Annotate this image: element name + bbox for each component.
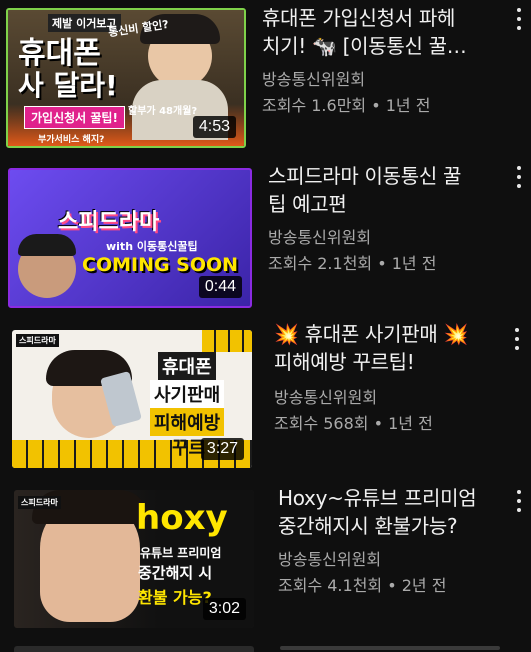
video-item[interactable]: 스피드라마 휴대폰 사기판매 피해예방 꾸르 3:27 💥 휴대폰 사기판매 💥…	[0, 320, 531, 480]
thumbnail-text: 가입신청서 꿀팁!	[24, 106, 125, 129]
channel-name[interactable]: 방송통신위원회	[278, 546, 381, 570]
thumbnail-text: 사 달라!	[18, 69, 118, 102]
video-meta: 조회수 1.6만회 • 1년 전	[262, 96, 431, 115]
thumbnail-text: 부가서비스 해지?	[38, 135, 105, 145]
more-options-icon[interactable]	[508, 326, 526, 352]
video-meta: 조회수 2.1천회 • 1년 전	[268, 254, 437, 273]
video-meta: 조회수 568회 • 1년 전	[274, 414, 433, 433]
video-meta: 조회수 4.1천회 • 2년 전	[278, 576, 447, 595]
video-duration: 3:02	[202, 598, 246, 620]
thumbnail-text: 피해예방	[150, 408, 225, 436]
video-title[interactable]: Hoxy~유튜브 프리미엄 중간해지시 환불가능?	[278, 484, 508, 540]
thumbnail-text: 스피드라마	[18, 496, 61, 509]
thumbnail-text: 중간해지 시	[138, 564, 213, 582]
video-item[interactable]: 스피드라마 hoxy 유튜브 프리미엄 중간해지 시 환불 가능? 3:02 H…	[0, 480, 531, 640]
thumbnail-text: COMING SOON	[82, 254, 239, 276]
video-duration: 3:27	[200, 438, 244, 460]
thumbnail-text: with 이동통신꿀팁	[106, 240, 198, 253]
video-title[interactable]: 스피드라마 이동통신 꿀 팁 예고편	[268, 162, 508, 218]
video-item[interactable]: 제발 이거보고 휴대폰 사 달라! 가입신청서 꿀팁! 통신비 할인? 할부가 …	[0, 0, 531, 150]
thumbnail-text: 유튜브 프리미엄	[140, 546, 222, 560]
more-options-icon[interactable]	[510, 164, 528, 190]
thumbnail-text: 스피드라마	[58, 210, 160, 235]
video-duration: 0:44	[198, 276, 242, 298]
more-options-icon[interactable]	[510, 6, 528, 32]
thumbnail-text: 휴대폰	[158, 352, 216, 380]
thumbnail-text: 할부가 48개월?	[128, 106, 198, 117]
video-thumbnail[interactable]: 스피드라마 with 이동통신꿀팁 COMING SOON 0:44	[8, 168, 252, 308]
thumbnail-text: 사기판매	[150, 380, 225, 408]
channel-name[interactable]: 방송통신위원회	[268, 224, 371, 248]
video-thumbnail[interactable]: 스피드라마 휴대폰 사기판매 피해예방 꾸르 3:27	[12, 330, 252, 468]
video-thumbnail[interactable]: 스피드라마 hoxy 유튜브 프리미엄 중간해지 시 환불 가능? 3:02	[14, 490, 254, 628]
channel-name[interactable]: 방송통신위원회	[274, 384, 377, 408]
thumbnail-text: 스피드라마	[16, 334, 59, 347]
video-title[interactable]: 휴대폰 가입신청서 파헤 치기! 🐄 [이동통신 꿀…	[262, 4, 507, 60]
video-thumbnail[interactable]: 제발 이거보고 휴대폰 사 달라! 가입신청서 꿀팁! 통신비 할인? 할부가 …	[6, 8, 246, 148]
video-item[interactable]: 스피드라마 with 이동통신꿀팁 COMING SOON 0:44 스피드라마…	[0, 160, 531, 310]
thumbnail-text: 환불 가능?	[138, 588, 212, 607]
partial-video-item[interactable]	[0, 642, 531, 652]
video-title[interactable]: 💥 휴대폰 사기판매 💥 피해예방 꾸르팁!	[274, 320, 504, 376]
video-duration: 4:53	[192, 116, 236, 138]
thumbnail-text: hoxy	[136, 498, 228, 538]
channel-name[interactable]: 방송통신위원회	[262, 66, 365, 90]
more-options-icon[interactable]	[510, 488, 528, 514]
